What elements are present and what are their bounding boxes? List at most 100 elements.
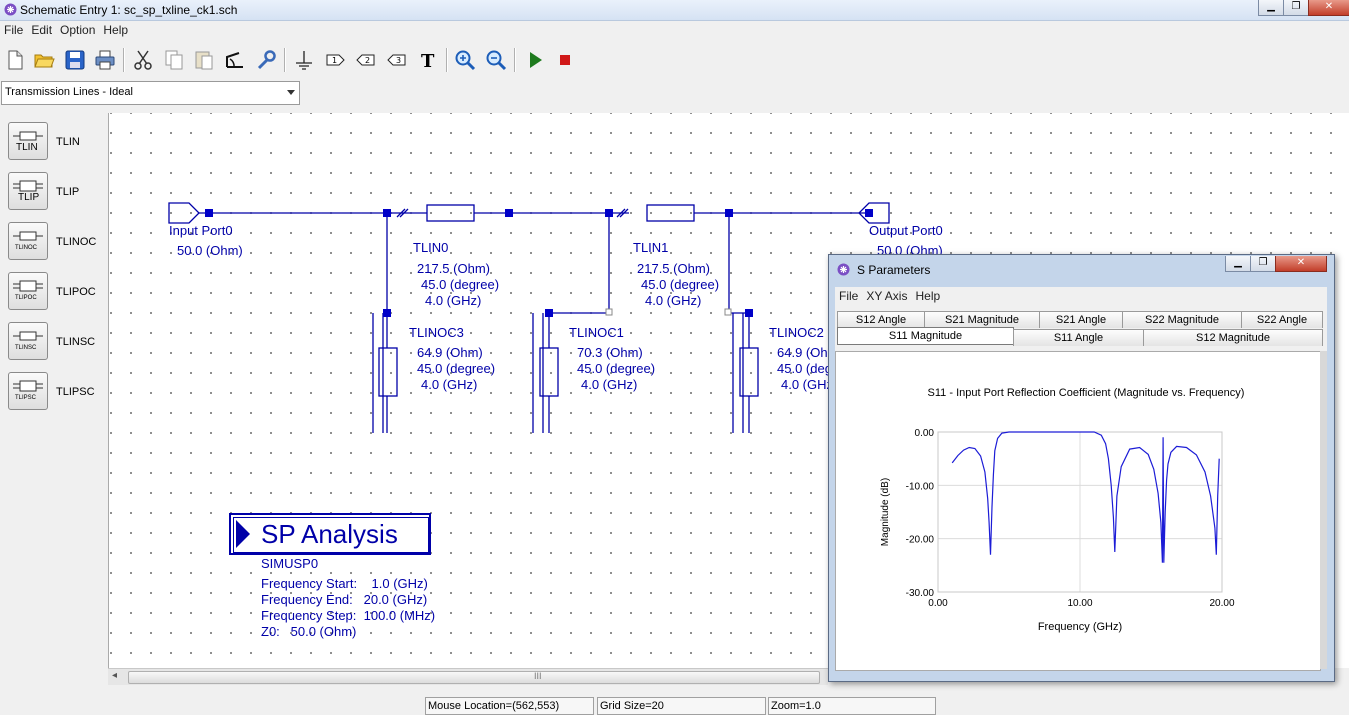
tab-s22-magnitude[interactable]: S22 Magnitude	[1122, 311, 1242, 328]
palette-label-tlinoc: TLINOC	[56, 236, 97, 248]
sp-menu-bar: File XY Axis Help	[835, 287, 1327, 307]
library-select-value: Transmission Lines - Ideal	[5, 86, 133, 98]
tlin1-angle: 45.0 (degree)	[641, 277, 720, 292]
properties-button[interactable]	[253, 47, 279, 73]
ground-icon	[296, 51, 312, 70]
menu-edit[interactable]: Edit	[27, 21, 56, 39]
sp-vertical-scrollbar[interactable]	[1320, 351, 1327, 669]
tlin1-symbol	[646, 204, 695, 222]
s-parameters-window: S Parameters ▁ ❐ ✕ File XY Axis Help S12 A…	[828, 254, 1335, 682]
sp-window-title: S Parameters	[857, 263, 931, 277]
minimize-icon: ▁	[1234, 257, 1242, 268]
maximize-button[interactable]: ❐	[1283, 0, 1309, 16]
palette-tlinsc-button[interactable]: TLINSC	[8, 322, 48, 360]
tlinoc1-name: TLINOC1	[569, 325, 624, 340]
close-button[interactable]: ✕	[1308, 0, 1349, 16]
tab-s11-magnitude[interactable]: S11 Magnitude	[837, 327, 1014, 345]
tlipsc-icon	[13, 380, 43, 392]
copy-icon	[165, 50, 183, 70]
toolbar-separator	[123, 48, 125, 72]
stop-icon	[560, 55, 570, 65]
paste-icon	[195, 51, 213, 70]
s11-magnitude-plot: S11 - Input Port Reflection Coefficient …	[835, 351, 1321, 671]
horizontal-scrollbar[interactable]: ◂ III	[108, 668, 828, 685]
stop-button[interactable]	[552, 47, 578, 73]
sp-minimize-button[interactable]: ▁	[1225, 256, 1251, 272]
tab-s11-angle[interactable]: S11 Angle	[1013, 329, 1144, 346]
new-file-icon	[8, 50, 23, 70]
port-3-button[interactable]: 3	[384, 47, 410, 73]
input-port-name: Input Port0	[169, 223, 233, 238]
close-icon: ✕	[1324, 1, 1334, 12]
text-icon: T	[421, 51, 435, 71]
tlinoc1-freq: 4.0 (GHz)	[581, 377, 638, 392]
tab-s21-magnitude[interactable]: S21 Magnitude	[924, 311, 1040, 328]
menu-help[interactable]: Help	[99, 21, 132, 39]
tlinoc1-angle: 45.0 (degree)	[577, 361, 656, 376]
sp-freq-start: Frequency Start: 1.0 (GHz)	[261, 576, 428, 591]
zoom-out-button[interactable]	[483, 47, 509, 73]
open-button[interactable]	[31, 47, 57, 73]
palette-tlinoc-button[interactable]: TLINOC	[8, 222, 48, 260]
sp-menu-xy-axis[interactable]: XY Axis	[862, 287, 911, 305]
palette-icon-text: TLIPOC	[15, 295, 37, 301]
palette-icon-text: TLIPSC	[15, 395, 37, 401]
palette-tlipsc-button[interactable]: TLIPSC	[8, 372, 48, 410]
paste-button[interactable]	[191, 47, 217, 73]
tlinoc-icon	[13, 231, 43, 241]
palette-tlip-button[interactable]: TLIP	[8, 172, 48, 210]
x-tick-label: 20.00	[1209, 598, 1234, 609]
run-button[interactable]	[522, 47, 548, 73]
tlinoc3-angle: 45.0 (degree)	[417, 361, 496, 376]
tlinoc1-z: 70.3 (Ohm)	[577, 345, 643, 360]
zoom-in-button[interactable]	[452, 47, 478, 73]
tab-s12-angle[interactable]: S12 Angle	[837, 311, 925, 328]
library-select[interactable]: Transmission Lines - Ideal	[1, 81, 300, 105]
tlinoc3-symbol	[378, 347, 398, 397]
y-tick-label: 0.00	[915, 428, 935, 439]
y-tick-label: -10.00	[906, 481, 935, 492]
zoom-in-icon	[455, 50, 476, 71]
cut-button[interactable]	[130, 47, 156, 73]
new-file-button[interactable]	[2, 47, 28, 73]
save-icon	[65, 50, 85, 70]
sp-menu-file[interactable]: File	[835, 287, 862, 305]
copy-button[interactable]	[161, 47, 187, 73]
port-1-button[interactable]: 1	[322, 47, 348, 73]
ground-button[interactable]	[291, 47, 317, 73]
y-axis-label: Magnitude (dB)	[880, 478, 891, 546]
palette-tlin-button[interactable]: TLIN	[8, 122, 48, 160]
rotate-button[interactable]	[222, 47, 248, 73]
svg-text:2: 2	[365, 56, 370, 65]
menu-option[interactable]: Option	[56, 21, 99, 39]
menu-file[interactable]: File	[0, 21, 27, 39]
port-2-icon: 2	[356, 54, 375, 66]
run-icon	[530, 52, 542, 68]
tab-s22-angle[interactable]: S22 Angle	[1241, 311, 1323, 328]
palette-icon-text: TLIP	[18, 192, 40, 203]
sp-close-button[interactable]: ✕	[1275, 256, 1327, 272]
print-button[interactable]	[92, 47, 118, 73]
port-2-button[interactable]: 2	[353, 47, 379, 73]
app-icon	[837, 263, 850, 276]
sp-menu-help[interactable]: Help	[911, 287, 944, 305]
sp-maximize-button[interactable]: ❐	[1250, 256, 1276, 272]
menu-bar: File Edit Option Help	[0, 21, 1349, 40]
sp-freq-step: Frequency Step: 100.0 (MHz)	[261, 608, 436, 623]
sp-analysis-block[interactable]: SP Analysis	[229, 513, 431, 555]
tlin0-name: TLIN0	[413, 240, 449, 255]
x-tick-label: 0.00	[928, 598, 948, 609]
palette-label-tlipsc: TLIPSC	[56, 386, 95, 398]
tab-s21-angle[interactable]: S21 Angle	[1039, 311, 1123, 328]
scroll-left-icon[interactable]: ◂	[112, 670, 117, 681]
scroll-thumb[interactable]: III	[128, 671, 820, 684]
x-axis-label: Frequency (GHz)	[1038, 621, 1122, 633]
save-button[interactable]	[62, 47, 88, 73]
title-bar: Schematic Entry 1: sc_sp_txline_ck1.sch …	[0, 0, 1349, 21]
palette-tlipoc-button[interactable]: TLIPOC	[8, 272, 48, 310]
tlin0-z: 217.5 (Ohm)	[417, 261, 490, 276]
tab-s12-magnitude[interactable]: S12 Magnitude	[1143, 329, 1323, 346]
minimize-button[interactable]: ▁	[1258, 0, 1284, 16]
text-button[interactable]: T	[415, 47, 441, 73]
sp-tab-bar: S12 Angle S21 Magnitude S21 Angle S22 Ma…	[835, 307, 1327, 351]
